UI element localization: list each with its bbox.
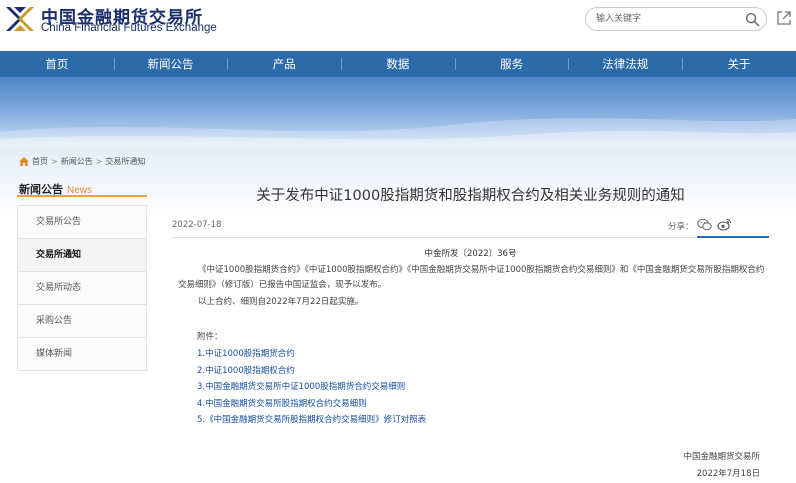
breadcrumb-separator: > <box>95 157 103 166</box>
nav-item-news[interactable]: 新闻公告 <box>113 51 228 77</box>
external-link-icon[interactable] <box>775 9 793 27</box>
sidebar-item-media[interactable]: 媒体新闻 <box>18 338 146 371</box>
attachment-link[interactable]: 1.中证1000股指期货合约 <box>197 346 426 363</box>
article-divider-accent <box>697 236 769 238</box>
article-paragraph: 《中证1000股指期货合约》《中证1000股指期权合约》《中国金融期货交易所中证… <box>178 265 765 290</box>
search-icon[interactable] <box>745 12 760 27</box>
breadcrumb: 首页 > 新闻公告 > 交易所通知 <box>19 156 145 167</box>
sidebar-item-notices[interactable]: 交易所通知 <box>18 239 146 272</box>
search-input[interactable] <box>596 11 736 27</box>
search-box <box>585 7 767 31</box>
attachments-label: 附件： <box>197 332 223 342</box>
signature-organization: 中国金融期货交易所 <box>683 452 760 462</box>
breadcrumb-separator: > <box>51 157 58 166</box>
hero-banner <box>0 77 796 147</box>
logo-title-en[interactable]: China Financial Futures Exchange <box>41 22 217 34</box>
sidebar-title-underline <box>17 195 147 197</box>
breadcrumb-notices[interactable]: 交易所通知 <box>105 156 145 167</box>
article-date: 2022-07-18 <box>172 220 222 230</box>
main-nav: 首页 新闻公告 产品 数据 服务 法律法规 关于 <box>0 51 796 77</box>
breadcrumb-home[interactable]: 首页 <box>32 156 48 167</box>
share-label: 分享： <box>668 222 694 232</box>
nav-item-services[interactable]: 服务 <box>454 51 569 77</box>
article-divider <box>172 237 769 238</box>
nav-item-data[interactable]: 数据 <box>341 51 455 77</box>
attachment-link[interactable]: 3.中国金融期货交易所中证1000股指期货合约交易细则 <box>197 379 426 396</box>
cffex-logo-icon[interactable] <box>4 3 36 35</box>
sidebar-item-announcements[interactable]: 交易所公告 <box>18 206 146 239</box>
attachment-link[interactable]: 4.中国金融期货交易所股指期权合约交易细则 <box>197 396 426 413</box>
breadcrumb-news[interactable]: 新闻公告 <box>61 156 93 167</box>
article-title: 关于发布中证1000股指期货和股指期权合约及相关业务规则的通知 <box>256 188 685 204</box>
article-paragraph: 以上合约、细则自2022年7月22日起实施。 <box>198 297 364 307</box>
nav-item-regulations[interactable]: 法律法规 <box>568 51 682 77</box>
banner-graphic <box>0 118 796 147</box>
wechat-share-icon[interactable] <box>697 218 712 231</box>
attachment-link[interactable]: 5.《中国金融期货交易所股指期权合约交易细则》修订对照表 <box>197 412 426 429</box>
document-number: 中金所发〔2022〕36号 <box>424 249 517 259</box>
nav-item-home[interactable]: 首页 <box>0 51 114 77</box>
nav-item-products[interactable]: 产品 <box>227 51 341 77</box>
site-header: 中国金融期货交易所 China Financial Futures Exchan… <box>0 0 796 51</box>
sidebar-item-updates[interactable]: 交易所动态 <box>18 272 146 305</box>
sidebar-item-procurement[interactable]: 采购公告 <box>18 305 146 338</box>
attachment-link[interactable]: 2.中证1000股指期权合约 <box>197 363 426 380</box>
weibo-share-icon[interactable] <box>717 218 732 231</box>
signature-date: 2022年7月18日 <box>696 469 760 479</box>
attachments-list: 1.中证1000股指期货合约 2.中证1000股指期权合约 3.中国金融期货交易… <box>197 346 426 429</box>
nav-item-about[interactable]: 关于 <box>682 51 796 77</box>
home-icon <box>19 157 29 166</box>
sidebar-menu: 交易所公告 交易所通知 交易所动态 采购公告 媒体新闻 <box>17 205 147 371</box>
